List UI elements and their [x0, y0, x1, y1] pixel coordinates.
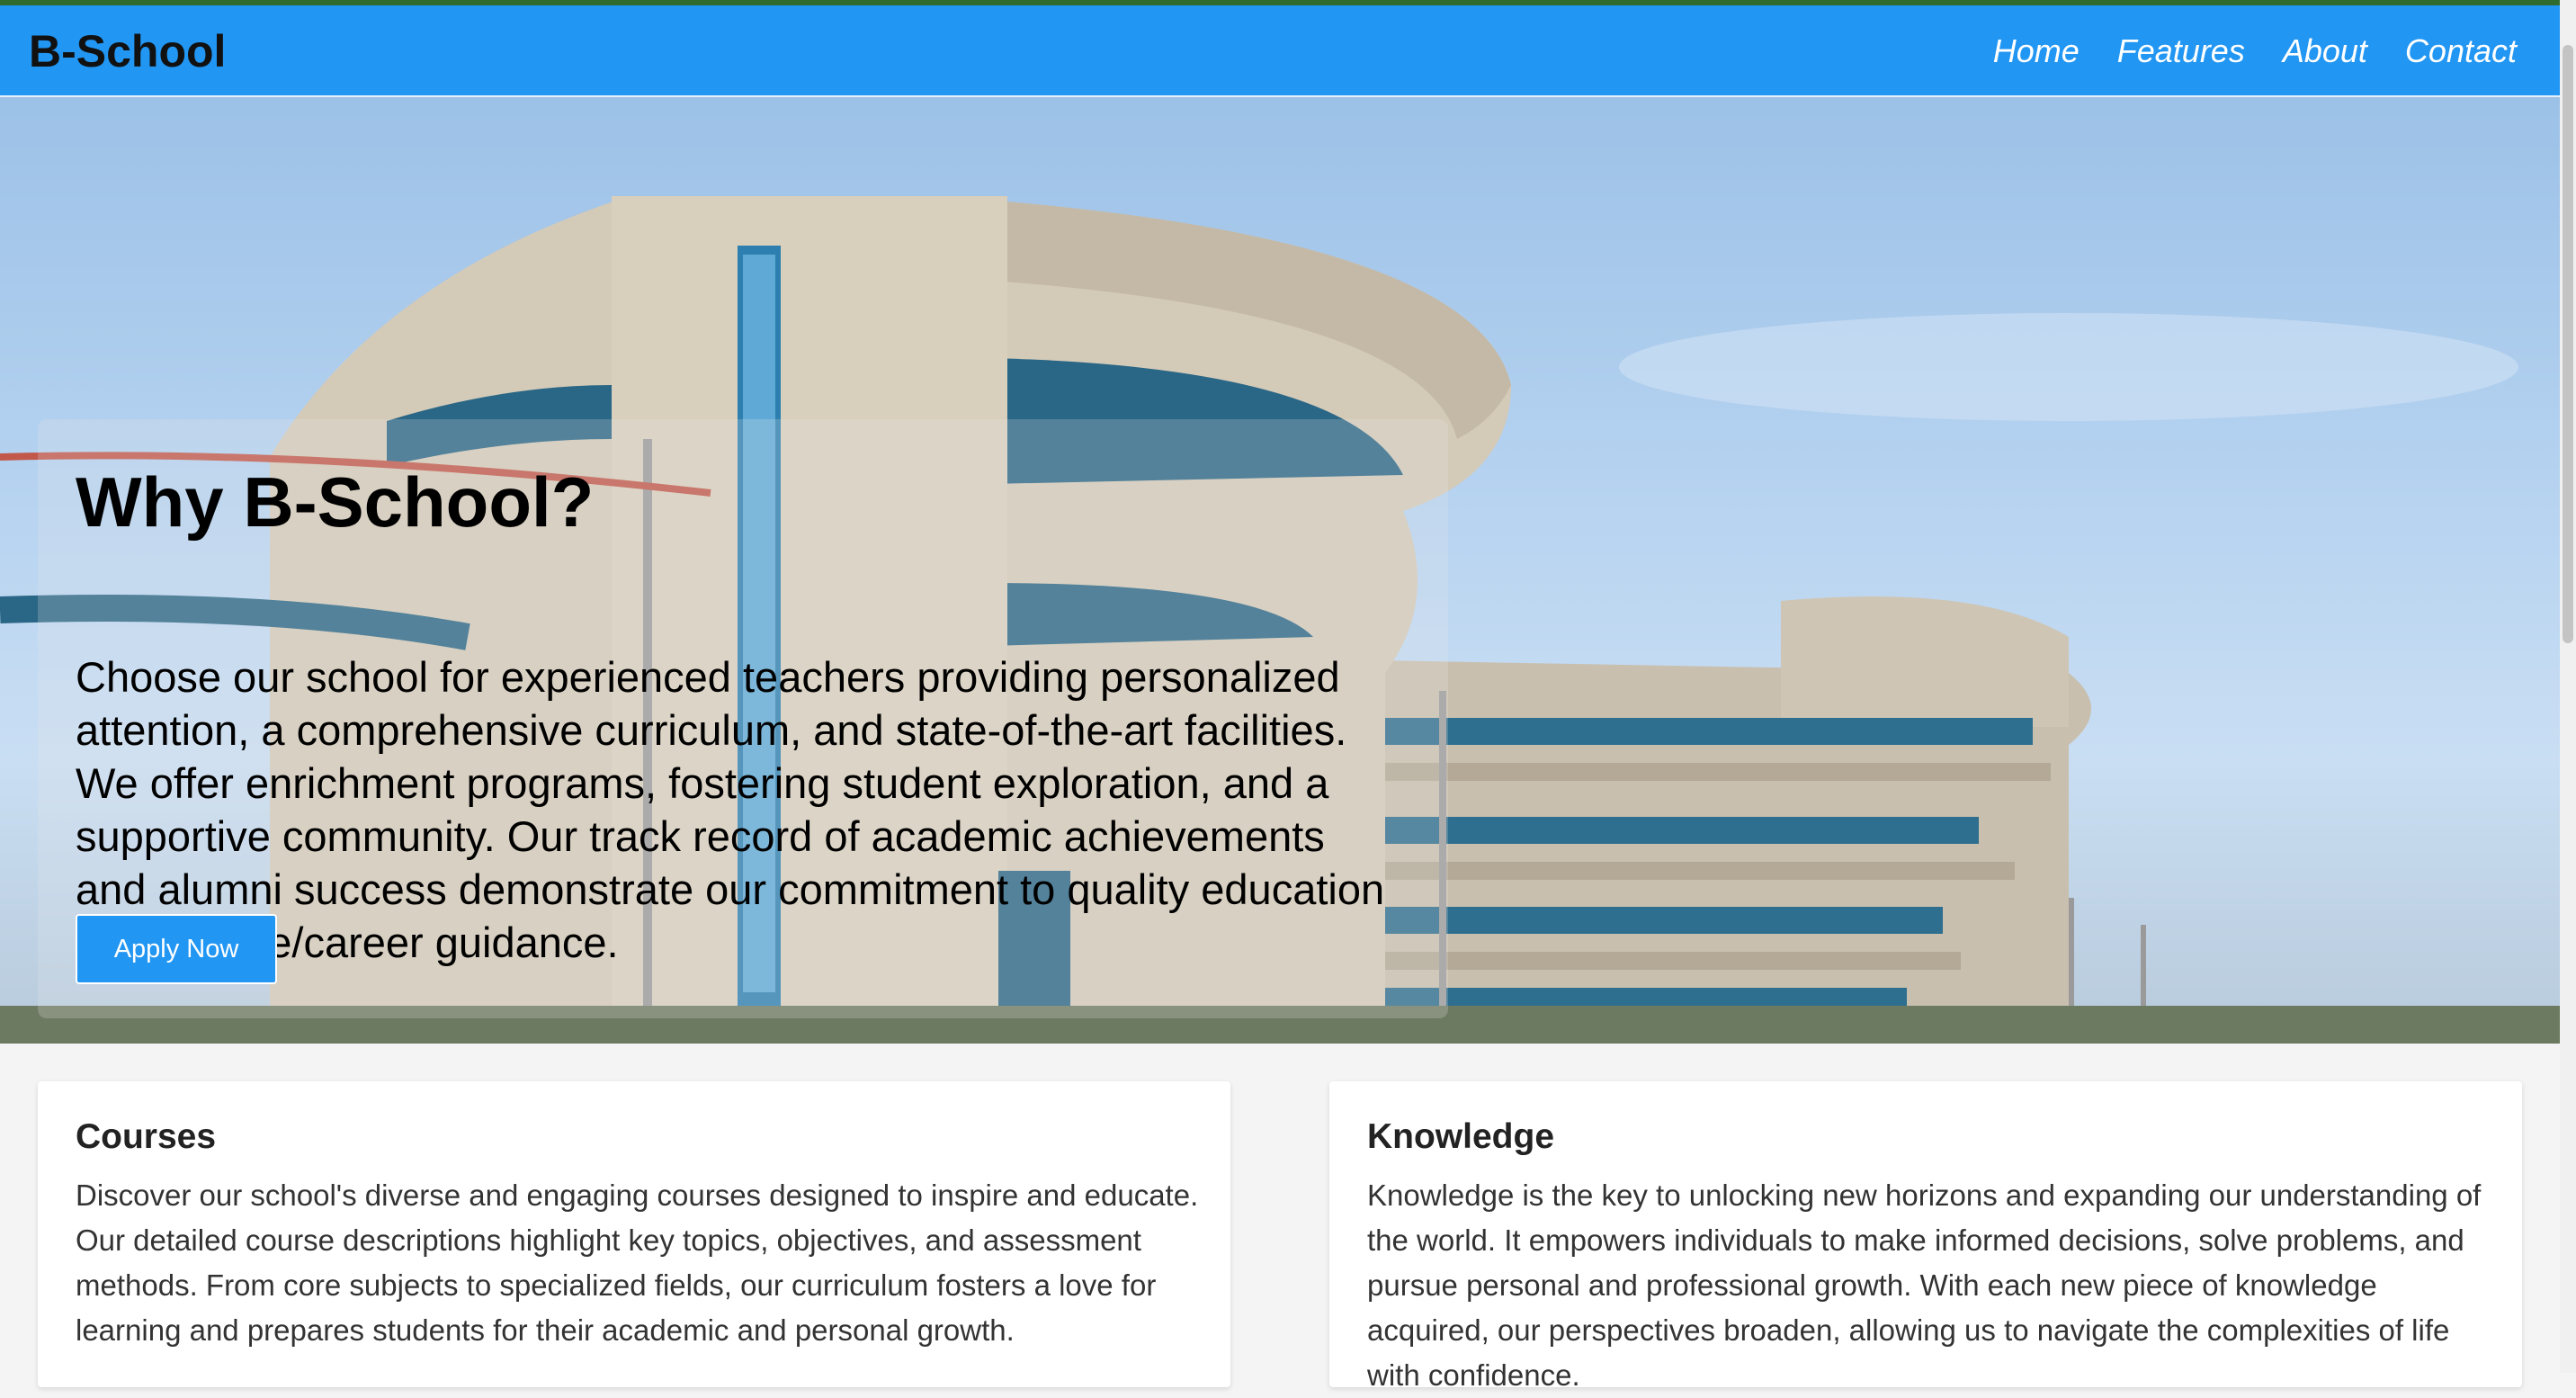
vertical-scrollbar[interactable] — [2560, 0, 2576, 1373]
nav-about-link[interactable]: About — [2283, 32, 2367, 70]
nav-features-link[interactable]: Features — [2117, 32, 2245, 70]
brand-logo[interactable]: B-School — [29, 25, 226, 77]
hero-title: Why B-School? — [76, 462, 595, 542]
navbar: B-School Home Features About Contact — [0, 5, 2560, 97]
courses-card: Courses Discover our school's diverse an… — [38, 1081, 1230, 1387]
hero-section: Why B-School? Choose our school for expe… — [0, 97, 2560, 1044]
scrollbar-thumb[interactable] — [2563, 45, 2573, 643]
nav-home-link[interactable]: Home — [1993, 32, 2080, 70]
courses-title: Courses — [76, 1117, 217, 1156]
nav-menu: Home Features About Contact — [1993, 32, 2517, 70]
knowledge-card: Knowledge Knowledge is the key to unlock… — [1329, 1081, 2522, 1392]
knowledge-title: Knowledge — [1367, 1117, 1555, 1156]
apply-now-button[interactable]: Apply Now — [76, 914, 277, 984]
nav-contact-link[interactable]: Contact — [2405, 32, 2517, 70]
knowledge-description: Knowledge is the key to unlocking new ho… — [1367, 1178, 2482, 1392]
courses-description: Discover our school's diverse and engagi… — [76, 1178, 1199, 1347]
